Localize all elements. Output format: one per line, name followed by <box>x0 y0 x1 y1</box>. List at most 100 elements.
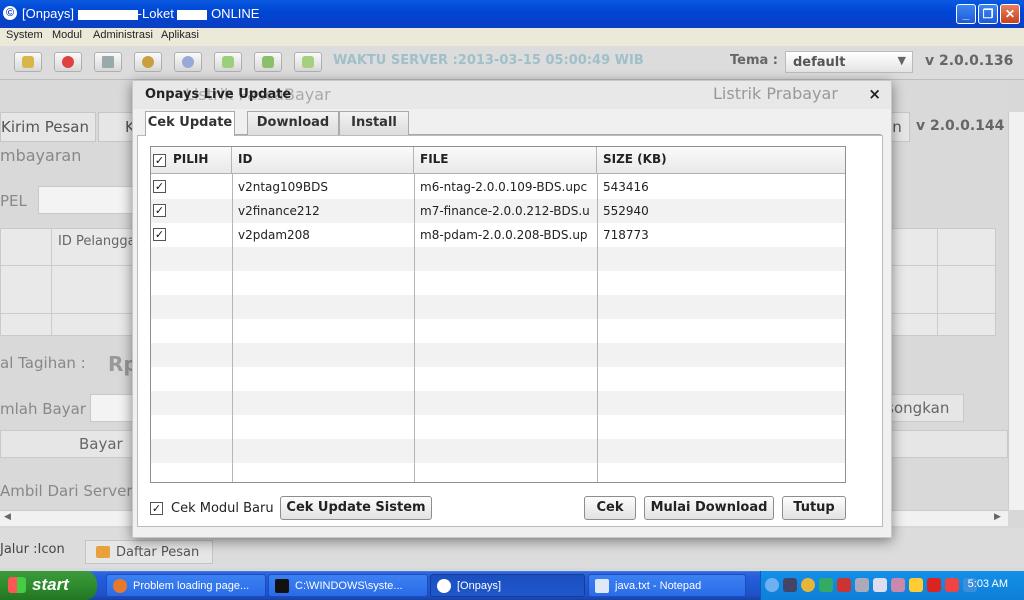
ghost-header-right: Listrik Prabayar <box>713 84 838 103</box>
empty-row <box>151 343 845 367</box>
tray-hand-icon[interactable] <box>909 578 923 592</box>
task-notepad[interactable]: java.txt - Notepad <box>588 574 746 597</box>
row-size: 552940 <box>603 204 649 218</box>
tray-monitor-icon[interactable] <box>855 578 869 592</box>
version-label-2: v 2.0.0.144 <box>916 118 1005 134</box>
scroll-right-icon[interactable]: ▶ <box>994 512 1001 522</box>
tray-antivirus-icon[interactable] <box>927 578 941 592</box>
maximize-button[interactable]: ❐ <box>978 4 998 24</box>
tray-expand-icon[interactable] <box>765 578 779 592</box>
tab-install[interactable]: Install <box>339 111 409 135</box>
menu-bar: System Modul Administrasi Aplikasi <box>0 28 1024 46</box>
pembayaran-heading: mbayaran <box>0 146 82 165</box>
tray-network-icon[interactable] <box>783 578 797 592</box>
app-icon: © <box>3 6 17 20</box>
toolbar-window-button[interactable] <box>94 52 122 72</box>
tab-download[interactable]: Download <box>247 111 339 135</box>
ambil-dari-server-label[interactable]: Ambil Dari Server <box>0 482 133 500</box>
live-update-dialog: Listrik PascaBayar Listrik Prabayar Onpa… <box>132 80 892 538</box>
id-pelanggan-header: ID Pelangga <box>58 234 136 249</box>
tab-kirim-pesan[interactable]: Kirim Pesan <box>0 112 96 142</box>
row-size: 543416 <box>603 180 649 194</box>
pel-input[interactable] <box>38 186 138 214</box>
cek-modul-baru-checkbox[interactable]: ✓ <box>150 502 163 515</box>
task-onpays[interactable]: [Onpays] <box>430 574 585 597</box>
tray-flash-icon[interactable] <box>945 578 959 592</box>
pel-label: PEL <box>0 192 27 210</box>
toolbar-stop-button[interactable] <box>54 52 82 72</box>
table-row[interactable]: ✓ v2pdam208 m8-pdam-2.0.0.208-BDS.up 718773 <box>151 223 845 247</box>
notepad-icon <box>595 579 609 593</box>
empty-row <box>151 415 845 439</box>
cek-update-panel: ✓ PILIH ID FILE SIZE (KB) ✓ v2ntag109BDS m… <box>137 135 883 527</box>
onpays-icon <box>437 579 451 593</box>
tray-cross-icon[interactable] <box>873 578 887 592</box>
theme-value: default <box>793 55 846 70</box>
minimize-button[interactable]: _ <box>956 4 976 24</box>
theme-select[interactable]: default ▼ <box>785 51 913 73</box>
window-titlebar[interactable]: © [Onpays] -Loket ONLINE _ ❐ ✕ <box>0 0 1024 28</box>
close-window-button[interactable]: ✕ <box>1000 4 1020 24</box>
mulai-download-button[interactable]: Mulai Download <box>644 496 774 520</box>
menu-aplikasi[interactable]: Aplikasi <box>161 29 199 41</box>
col-id[interactable]: ID <box>232 147 414 174</box>
table-row[interactable]: ✓ v2finance212 m7-finance-2.0.0.212-BDS.u 5… <box>151 199 845 223</box>
table-row[interactable]: ✓ v2ntag109BDS m6-ntag-2.0.0.109-BDS.upc 54… <box>151 175 845 199</box>
empty-row <box>151 319 845 343</box>
server-time: WAKTU SERVER :2013-03-15 05:00:49 WIB <box>333 53 644 68</box>
tab-cek-update[interactable]: Cek Update <box>145 111 235 136</box>
row-file: m7-finance-2.0.0.212-BDS.u <box>420 204 590 218</box>
system-tray: 5:03 AM <box>760 571 1024 600</box>
toolbar-key-button[interactable] <box>14 52 42 72</box>
dialog-close-button[interactable]: × <box>868 85 881 103</box>
toolbar-note-button[interactable] <box>294 52 322 72</box>
daftar-pesan-label: Daftar Pesan <box>116 545 200 560</box>
table-header: ✓ PILIH ID FILE SIZE (KB) <box>151 147 845 174</box>
select-all-checkbox[interactable]: ✓ <box>153 154 166 167</box>
bayar-button[interactable]: Bayar <box>0 430 140 458</box>
menu-administrasi[interactable]: Administrasi <box>93 29 153 41</box>
col-file[interactable]: FILE <box>414 147 597 174</box>
tray-shield-icon[interactable] <box>837 578 851 592</box>
toolbar-user-button[interactable] <box>134 52 162 72</box>
dialog-tabs: Cek Update Download Install <box>145 111 881 136</box>
theme-label: Tema : <box>730 53 779 68</box>
task-firefox[interactable]: Problem loading page... <box>106 574 266 597</box>
menu-modul[interactable]: Modul <box>52 29 82 41</box>
toolbar-edit-button[interactable] <box>214 52 242 72</box>
update-table: ✓ PILIH ID FILE SIZE (KB) ✓ v2ntag109BDS m… <box>150 146 846 483</box>
empty-row <box>151 247 845 271</box>
cek-update-sistem-button[interactable]: Cek Update Sistem <box>280 496 432 520</box>
tray-chrome-icon[interactable] <box>801 578 815 592</box>
version-label: v 2.0.0.136 <box>925 53 1014 69</box>
toolbar-help-button[interactable] <box>174 52 202 72</box>
console-icon <box>275 579 289 593</box>
tray-people-icon[interactable] <box>891 578 905 592</box>
row-checkbox[interactable]: ✓ <box>153 204 166 217</box>
tab-k[interactable]: K <box>98 112 135 142</box>
row-file: m6-ntag-2.0.0.109-BDS.upc <box>420 180 588 194</box>
task-cmd[interactable]: C:\WINDOWS\syste... <box>268 574 428 597</box>
clock: 5:03 AM <box>967 578 1008 590</box>
menu-system[interactable]: System <box>6 29 43 41</box>
row-checkbox[interactable]: ✓ <box>153 228 166 241</box>
cek-button[interactable]: Cek <box>584 496 636 520</box>
tutup-button[interactable]: Tutup <box>782 496 846 520</box>
start-label: start <box>32 575 69 594</box>
vertical-scrollbar[interactable] <box>1008 112 1024 510</box>
empty-row <box>151 295 845 319</box>
empty-row <box>151 391 845 415</box>
dialog-title: Onpays Live Update <box>145 87 292 102</box>
total-tagihan-label: al Tagihan : <box>0 354 86 372</box>
start-button[interactable]: start <box>0 571 97 600</box>
tray-app-icon[interactable] <box>819 578 833 592</box>
col-pilih[interactable]: ✓ PILIH <box>151 147 232 174</box>
col-size[interactable]: SIZE (KB) <box>597 147 845 174</box>
scroll-left-icon[interactable]: ◀ <box>4 512 11 522</box>
jalur-label: Jalur :Icon <box>0 542 65 557</box>
daftar-pesan-button[interactable]: Daftar Pesan <box>85 540 213 564</box>
dialog-header[interactable]: Listrik PascaBayar Listrik Prabayar Onpa… <box>133 81 891 109</box>
toolbar-module-button[interactable] <box>254 52 282 72</box>
row-checkbox[interactable]: ✓ <box>153 180 166 193</box>
empty-row <box>151 463 845 482</box>
